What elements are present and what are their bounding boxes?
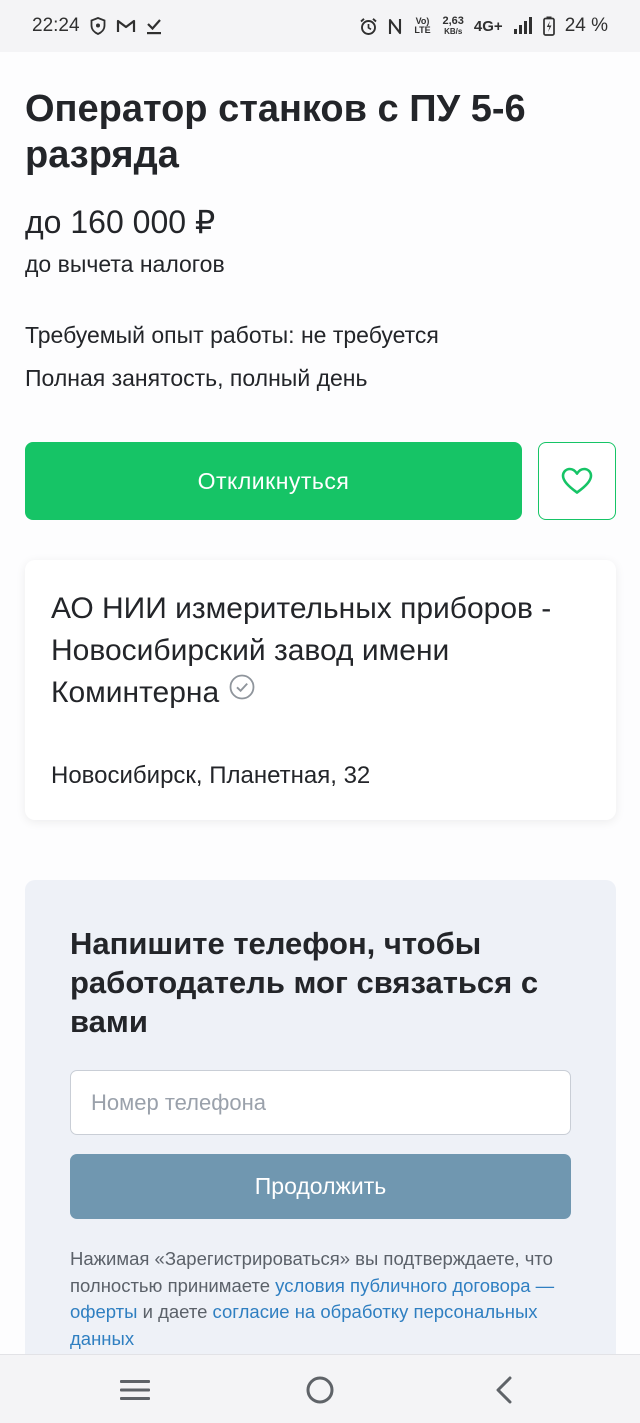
vacancy-title: Оператор станков с ПУ 5-6 разряда (25, 88, 526, 176)
legal-text: Нажимая «Зарегистрироваться» вы подтверж… (70, 1246, 570, 1352)
company-card[interactable]: АО НИИ измерительных приборов - Новосиби… (25, 560, 616, 820)
status-left: 22:24 (32, 15, 162, 37)
home-icon (305, 1375, 335, 1405)
volte-icon: Vo) LTE (414, 16, 431, 35)
vacancy-page[interactable]: Оператор станков с ПУ 5-6 разряда до 160… (0, 52, 640, 1354)
back-icon (494, 1375, 514, 1405)
company-name[interactable]: АО НИИ измерительных приборов - Новосиби… (51, 592, 551, 709)
speed-unit: KB/s (444, 27, 463, 36)
home-button[interactable] (300, 1373, 340, 1407)
company-address: Новосибирск, Планетная, 32 (51, 762, 371, 789)
verified-check-icon (229, 670, 255, 712)
phone-form-title: Напишите телефон, чтобы работодатель мог… (70, 926, 539, 1039)
employment-type: Полная занятость, полный день (25, 365, 368, 391)
respond-button[interactable]: Откликнуться (25, 442, 522, 520)
company-name-block[interactable]: АО НИИ измерительных приборов - Новосиби… (51, 588, 571, 714)
system-nav-bar (0, 1354, 640, 1423)
signal-icon (513, 17, 533, 35)
alarm-icon (359, 17, 378, 36)
vacancy-salary: до 160 000 ₽ (25, 204, 216, 240)
status-right: Vo) LTE 2,63 KB/s 4G+ 24 % (359, 15, 608, 37)
experience-requirement: Требуемый опыт работы: не требуется (25, 322, 439, 348)
download-done-icon (146, 18, 162, 35)
back-button[interactable] (484, 1373, 524, 1407)
menu-icon (119, 1378, 151, 1402)
salary-note: до вычета налогов (25, 251, 225, 277)
gmail-icon (116, 18, 136, 34)
recent-apps-button[interactable] (115, 1373, 155, 1407)
battery-icon (542, 16, 555, 36)
heart-icon (561, 467, 593, 495)
network-type: 4G+ (473, 17, 503, 35)
battery-percent: 24 % (564, 15, 608, 36)
status-time: 22:24 (32, 15, 80, 36)
phone-form-card: Напишите телефон, чтобы работодатель мог… (25, 880, 616, 1354)
shield-icon (90, 17, 106, 35)
continue-button[interactable]: Продолжить (70, 1154, 571, 1219)
speed-value: 2,63 (442, 15, 464, 27)
nfc-icon (388, 18, 402, 35)
speed-icon: 2,63 KB/s (442, 15, 464, 37)
phone-input[interactable] (70, 1070, 571, 1135)
favorite-button[interactable] (538, 442, 616, 520)
legal-text-part2: и даете (137, 1301, 213, 1322)
status-bar: 22:24 Vo) LTE 2,63 KB/s 4G+ 24 % (0, 0, 640, 52)
